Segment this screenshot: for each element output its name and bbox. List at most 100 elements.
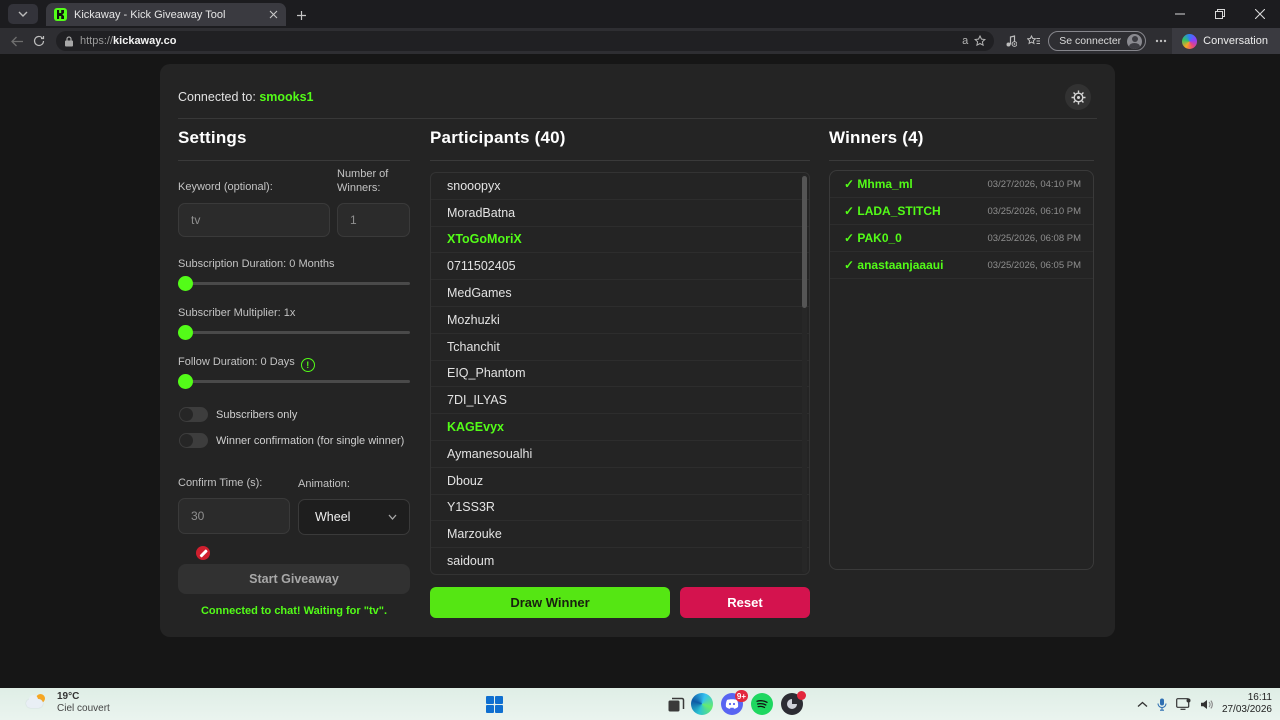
follow-duration-label: Follow Duration: 0 Days! — [178, 356, 315, 372]
winner-count-input[interactable] — [337, 203, 410, 237]
taskbar-discord-button[interactable]: 9+ — [720, 690, 748, 716]
settings-gear-button[interactable] — [1065, 84, 1091, 110]
subscribers-only-label: Subscribers only — [216, 409, 298, 421]
discord-badge: 9+ — [734, 690, 748, 702]
keyword-label: Keyword (optional): — [178, 181, 273, 193]
winner-name: ✓ Mhma_ml — [844, 177, 913, 191]
minimize-button[interactable] — [1160, 0, 1200, 28]
refresh-icon — [33, 35, 45, 47]
reset-button[interactable]: Reset — [680, 587, 810, 618]
taskbar-edge-button[interactable] — [690, 692, 714, 716]
close-icon — [1255, 9, 1265, 19]
clock-date: 27/03/2026 — [1221, 704, 1272, 715]
page-content: Connected to: smooks1 Settings Keyword (… — [0, 54, 1280, 688]
chat-status-text: Connected to chat! Waiting for "tv". — [200, 605, 388, 617]
kickaway-favicon-icon — [54, 8, 67, 21]
start-giveaway-button[interactable]: Start Giveaway — [178, 564, 410, 594]
winner-name: ✓ anastaanjaaaui — [844, 258, 944, 272]
subscribers-only-toggle[interactable] — [179, 407, 208, 422]
taskbar-app-button[interactable] — [780, 691, 806, 716]
winners-underline — [829, 160, 1094, 161]
participant-row: Aymanesoualhi — [431, 441, 809, 468]
discord-icon: 9+ — [721, 690, 748, 715]
taskbar-clock[interactable]: 16:11 27/03/2026 — [1222, 692, 1272, 716]
participant-row: XToGoMoriX — [431, 227, 809, 254]
winner-row: ✓ LADA_STITCH 03/25/2026, 06:10 PM — [830, 198, 1093, 225]
participant-row: Marzouke — [431, 521, 809, 549]
media-control-icon[interactable] — [1000, 30, 1022, 52]
restore-button[interactable] — [1200, 0, 1240, 28]
slider-thumb[interactable] — [178, 374, 193, 389]
channel-name: smooks1 — [259, 90, 314, 104]
favorites-bar-icon[interactable] — [1022, 30, 1044, 52]
weather-widget[interactable]: 19°C Ciel couvert — [26, 691, 110, 715]
subscriber-multiplier-slider[interactable] — [178, 325, 410, 340]
participants-list[interactable]: snooopyx MoradBatna XToGoMoriX 0711502405 Me… — [430, 172, 810, 575]
draw-winner-button[interactable]: Draw Winner — [430, 587, 670, 618]
follow-duration-slider[interactable] — [178, 374, 410, 389]
dark-app-icon — [781, 691, 806, 715]
profile-avatar — [1127, 33, 1143, 49]
winner-confirmation-label: Winner confirmation (for single winner) — [216, 435, 405, 447]
animation-select[interactable]: Wheel — [298, 499, 410, 535]
favorite-star-icon[interactable] — [974, 35, 987, 47]
winners-label: Number of Winners: — [337, 168, 389, 194]
minimize-icon — [1175, 13, 1185, 15]
winner-name: ✓ LADA_STITCH — [844, 204, 941, 218]
subscription-duration-label: Subscription Duration: 0 Months — [178, 258, 335, 270]
restore-icon — [1215, 9, 1225, 19]
music-note-icon — [1006, 35, 1018, 47]
weather-description: Ciel couvert — [57, 703, 110, 714]
participant-row: MoradBatna — [431, 200, 809, 227]
signin-label: Se connecter — [1059, 35, 1122, 47]
toggle-knob — [180, 408, 193, 421]
participants-heading: Participants (40) — [430, 128, 566, 147]
display-cast-icon[interactable] — [1176, 698, 1191, 710]
browser-tab[interactable]: Kickaway - Kick Giveaway Tool — [46, 3, 286, 26]
tab-title: Kickaway - Kick Giveaway Tool — [74, 8, 226, 21]
info-icon[interactable]: ! — [300, 358, 315, 372]
tab-close-icon[interactable] — [269, 10, 278, 19]
browser-menu-button[interactable] — [1150, 30, 1172, 52]
winners-heading: Winners (4) — [829, 128, 924, 147]
browser-tab-bar: Kickaway - Kick Giveaway Tool — [0, 0, 1280, 28]
slider-thumb[interactable] — [178, 276, 193, 291]
collections-star-icon — [1026, 35, 1040, 45]
slider-thumb[interactable] — [178, 325, 193, 340]
confirm-time-label: Confirm Time (s): — [178, 477, 263, 489]
refresh-button[interactable] — [28, 30, 50, 52]
translate-icon[interactable]: a — [962, 35, 968, 47]
close-button[interactable] — [1240, 0, 1280, 28]
giveaway-card: Connected to: smooks1 Settings Keyword (… — [160, 64, 1115, 637]
address-bar[interactable]: https://kickaway.co a — [56, 31, 995, 51]
new-tab-button[interactable] — [292, 6, 310, 24]
settings-heading: Settings — [178, 128, 247, 147]
copilot-icon — [1182, 33, 1198, 49]
confirm-time-input[interactable] — [178, 498, 290, 534]
microphone-icon[interactable] — [1157, 698, 1167, 711]
weather-temperature: 19°C — [57, 691, 80, 702]
winner-row: ✓ anastaanjaaaui 03/25/2026, 06:05 PM — [830, 252, 1093, 279]
taskbar-spotify-button[interactable] — [750, 692, 774, 716]
sun-behind-cloud-icon — [26, 693, 50, 713]
winner-row: ✓ Mhma_ml 03/27/2026, 04:10 PM — [830, 171, 1093, 198]
copilot-button[interactable]: Conversation — [1172, 28, 1280, 54]
tab-search-button[interactable] — [8, 4, 38, 24]
hidden-icons-chevron[interactable] — [1137, 701, 1148, 708]
animation-value: Wheel — [315, 510, 351, 524]
back-button[interactable] — [6, 30, 28, 52]
back-arrow-icon — [10, 36, 23, 46]
signin-button[interactable]: Se connecter — [1048, 31, 1147, 51]
winner-confirmation-toggle[interactable] — [179, 433, 208, 448]
participant-row: Tchanchit — [431, 334, 809, 361]
winner-name: ✓ PAK0_0 — [844, 231, 902, 245]
winners-panel: ✓ Mhma_ml 03/27/2026, 04:10 PM ✓ LADA_STIT… — [829, 170, 1094, 570]
subscription-duration-slider[interactable] — [178, 276, 410, 291]
task-view-button[interactable] — [664, 692, 688, 716]
edge-icon — [691, 693, 713, 715]
participants-scrollbar-thumb[interactable] — [802, 176, 807, 308]
speaker-icon[interactable] — [1200, 699, 1213, 710]
start-button[interactable] — [482, 692, 506, 716]
participant-row: saidoum — [447, 554, 495, 569]
keyword-input[interactable] — [178, 203, 330, 237]
